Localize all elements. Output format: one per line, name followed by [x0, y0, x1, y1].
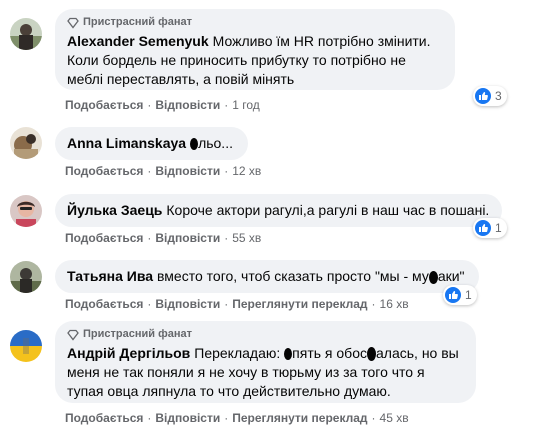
- comment-actions: Подобається · Відповісти · 55 хв: [65, 231, 262, 245]
- comment-text-part: вместо того, чтоб сказать просто "мы - м…: [157, 268, 429, 284]
- avatar[interactable]: [10, 18, 42, 50]
- comment-bubble: Anna Limanskaya льо...: [55, 127, 248, 160]
- comment-time[interactable]: 16 хв: [380, 297, 409, 311]
- comment-text-part: пять я обос: [292, 345, 367, 361]
- reply-action[interactable]: Відповісти: [155, 231, 220, 245]
- top-fan-badge: Пристрасний фанат: [67, 327, 464, 342]
- avatar[interactable]: [10, 127, 42, 159]
- comment-text: Короче актори рагулі,а рагулі в наш час …: [166, 202, 490, 218]
- censor-blot: [428, 270, 438, 284]
- reply-action[interactable]: Відповісти: [155, 297, 220, 311]
- like-action[interactable]: Подобається: [65, 164, 143, 178]
- top-fan-badge: Пристрасний фанат: [67, 15, 443, 30]
- badge-label: Пристрасний фанат: [83, 328, 192, 340]
- comment-text-part: аки": [437, 268, 465, 284]
- comment-bubble: Пристрасний фанат Alexander Semenyuk Можл…: [55, 9, 455, 90]
- see-translation-action[interactable]: Переглянути переклад: [232, 297, 367, 311]
- comment-time[interactable]: 1 год: [232, 98, 260, 112]
- comment-actions: Подобається · Відповісти · 12 хв: [65, 164, 262, 178]
- badge-label: Пристрасний фанат: [83, 16, 192, 28]
- comment-author[interactable]: Anna Limanskaya: [67, 135, 186, 151]
- like-icon: [475, 88, 491, 104]
- comment-text: льо...: [198, 135, 233, 151]
- avatar[interactable]: [10, 330, 42, 362]
- comment-author[interactable]: Alexander Semenyuk: [67, 33, 209, 49]
- reaction-number: 1: [465, 288, 472, 302]
- reply-action[interactable]: Відповісти: [155, 98, 220, 112]
- avatar[interactable]: [10, 195, 42, 227]
- reaction-count[interactable]: 1: [473, 218, 507, 238]
- like-action[interactable]: Подобається: [65, 411, 143, 425]
- comment-time[interactable]: 45 хв: [380, 411, 409, 425]
- reply-action[interactable]: Відповісти: [155, 411, 220, 425]
- reaction-count[interactable]: 1: [443, 285, 477, 305]
- comment-bubble: Пристрасний фанат Андрій Дергільов Перекл…: [55, 321, 476, 403]
- reaction-count[interactable]: 3: [473, 86, 507, 106]
- like-action[interactable]: Подобається: [65, 231, 143, 245]
- like-icon: [445, 287, 461, 303]
- reaction-number: 3: [495, 89, 502, 103]
- comment-bubble: Татьяна Ива вместо того, чтоб сказать про…: [55, 260, 479, 293]
- diamond-icon: [67, 17, 79, 29]
- censor-blot: [284, 348, 293, 361]
- reaction-number: 1: [495, 221, 502, 235]
- see-translation-action[interactable]: Переглянути переклад: [232, 411, 367, 425]
- comment-author[interactable]: Йулька Заець: [67, 202, 162, 218]
- like-action[interactable]: Подобається: [65, 98, 143, 112]
- comment-author[interactable]: Андрій Дергільов: [67, 345, 190, 361]
- comment-actions: Подобається · Відповісти · Переглянути перек…: [65, 411, 409, 425]
- like-action[interactable]: Подобається: [65, 297, 143, 311]
- comment-actions: Подобається · Відповісти · 1 год: [65, 98, 260, 112]
- comment-time[interactable]: 12 хв: [232, 164, 261, 178]
- avatar[interactable]: [10, 261, 42, 293]
- diamond-icon: [67, 329, 79, 341]
- censor-blot: [367, 347, 376, 362]
- comment-text-part: Перекладаю:: [194, 345, 285, 361]
- like-icon: [475, 220, 491, 236]
- reply-action[interactable]: Відповісти: [155, 164, 220, 178]
- comment-time[interactable]: 55 хв: [232, 231, 261, 245]
- censor-blot: [190, 138, 199, 151]
- comment-bubble: Йулька Заець Короче актори рагулі,а рагул…: [55, 194, 502, 227]
- comment-actions: Подобається · Відповісти · Переглянути перек…: [65, 297, 409, 311]
- comment-author[interactable]: Татьяна Ива: [67, 268, 153, 284]
